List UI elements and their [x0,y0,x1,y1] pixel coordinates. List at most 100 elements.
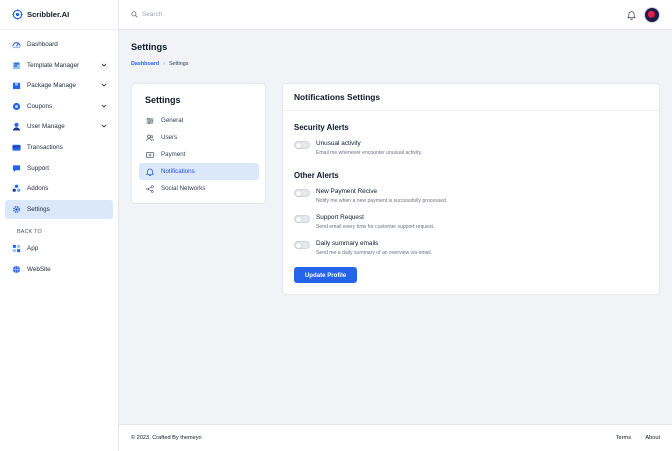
sliders-icon [146,117,154,125]
sidebar-item-label: Dashboard [27,41,58,48]
chevron-down-icon [101,125,107,129]
settings-menu-item-users[interactable]: Users [139,129,259,146]
chevron-down-icon [101,83,107,87]
sidebar-item-label: Package Manage [27,82,77,90]
chevron-down-icon [101,63,107,67]
sidebar-item-addons[interactable]: Addons [5,179,113,198]
sidebar-item-package-manage[interactable]: Package Manage [5,76,113,95]
alert-description: Email me whenever encounter unusual acti… [316,150,423,156]
brand-logo-icon [12,9,23,20]
other-alerts-title: Other Alerts [294,171,339,180]
sidebar-item-label: Settings [27,205,50,213]
search-input[interactable] [142,11,342,18]
gear-icon [12,205,21,214]
sidebar-item-label: Coupons [27,102,53,110]
users-icon [146,134,154,142]
settings-menu-item-payment[interactable]: Payment [139,146,259,163]
sidebar-item-settings[interactable]: Settings [5,199,113,219]
settings-menu-card: Settings General Users Payment Notificat… [131,83,266,204]
alert-description: Notify me when a new payment is successf… [316,198,448,204]
alert-text: Support Request Send email every time fo… [316,214,434,230]
alert-title: Support Request [316,214,364,221]
sidebar-item-coupons[interactable]: Coupons [5,97,113,116]
security-alerts-title: Security Alerts [294,123,349,132]
share-icon [146,184,154,193]
notifications-header: Notifications Settings [283,84,659,111]
alert-row-unusual-activity: Unusual activity Email me whenever encou… [294,140,422,156]
brand-name: Scribbler.AI [27,10,70,19]
sidebar-item-label: Transactions [27,143,63,151]
card-icon [12,143,21,152]
chevron-down-icon [101,104,107,108]
dashboard-icon [12,40,21,49]
alert-row-daily-summary: Daily summary emails Send me a daily sum… [294,240,432,256]
avatar[interactable] [644,7,660,23]
globe-icon [12,265,21,274]
brand[interactable]: Scribbler.AI [0,0,118,30]
update-profile-button[interactable]: Update Profile [294,267,357,283]
sidebar-item-support[interactable]: Support [5,159,113,178]
notification-bell-icon[interactable] [627,10,636,20]
sidebar-nav: Dashboard Template Manager Package Manag… [0,30,118,279]
search-icon [131,11,138,18]
sidebar-item-label: User Manage [27,123,65,131]
footer: © 2023. Crafted By themeyn Terms About [119,424,672,451]
alert-row-new-payment: New Payment Recive Notify me when a new … [294,188,447,204]
sidebar-item-transactions[interactable]: Transactions [5,138,113,157]
sidebar-item-dashboard[interactable]: Dashboard [5,35,113,54]
support-request-toggle[interactable] [294,215,310,223]
breadcrumb-link-dashboard[interactable]: Dashboard [131,61,159,67]
daily-summary-toggle[interactable] [294,241,310,249]
alert-row-support-request: Support Request Send email every time fo… [294,214,434,230]
footer-link-terms[interactable]: Terms [616,435,631,441]
settings-menu-item-social-networks[interactable]: Social Networks [139,180,259,197]
breadcrumb-separator: › [163,61,165,67]
unusual-activity-toggle[interactable] [294,141,310,149]
alert-title: New Payment Recive [316,188,378,195]
sidebar-item-label: App [27,245,39,253]
alert-text: Daily summary emails Send me a daily sum… [316,240,432,256]
footer-link-about[interactable]: About [645,435,660,441]
alert-description: Send me a daily summary of an overview v… [316,250,433,256]
new-payment-toggle[interactable] [294,189,310,197]
support-icon [12,164,21,173]
notifications-settings-card: Notifications Settings Security Alerts U… [282,83,660,295]
settings-menu-label: Social Networks [161,185,206,192]
sidebar-item-template-manager[interactable]: Template Manager [5,56,113,75]
settings-menu-label: Notifications [161,168,195,175]
breadcrumb-current: Settings [168,61,189,67]
topbar [119,0,672,30]
back-to-label: BACK TO [17,229,42,236]
settings-menu-list: General Users Payment Notifications Soci… [139,112,259,197]
package-icon [12,81,21,90]
settings-menu-item-general[interactable]: General [139,112,259,129]
page-title: Settings [131,42,168,52]
alert-text: New Payment Recive Notify me when a new … [316,188,447,204]
sidebar: Scribbler.AI Dashboard Template Manager … [0,0,119,451]
settings-menu-label: Payment [161,151,186,158]
settings-menu-title: Settings [145,95,181,105]
sidebar-item-label: WebSite [27,265,51,273]
sidebar-item-label: Template Manager [27,61,80,69]
settings-menu-label: Users [161,134,178,141]
bell-icon [146,168,154,176]
alert-description: Send email every time for customer suppo… [316,224,435,230]
payment-icon [146,151,154,159]
sidebar-item-website[interactable]: WebSite [5,260,113,279]
coupon-icon [12,102,21,111]
addons-icon [12,184,21,193]
breadcrumb: Dashboard › Settings [131,61,188,67]
alert-text: Unusual activity Email me whenever encou… [316,140,422,156]
sidebar-item-label: Support [27,164,50,172]
template-icon [12,61,21,70]
alert-title: Unusual activity [316,140,361,147]
user-icon [12,122,21,131]
grid-icon [12,244,21,253]
settings-menu-label: General [161,117,184,124]
alert-title: Daily summary emails [316,240,379,247]
settings-menu-item-notifications[interactable]: Notifications [139,163,259,180]
footer-copyright: © 2023. Crafted By themeyn [131,435,202,441]
sidebar-item-label: Addons [27,185,49,193]
sidebar-item-user-manage[interactable]: User Manage [5,117,113,136]
sidebar-item-app[interactable]: App [5,239,113,258]
